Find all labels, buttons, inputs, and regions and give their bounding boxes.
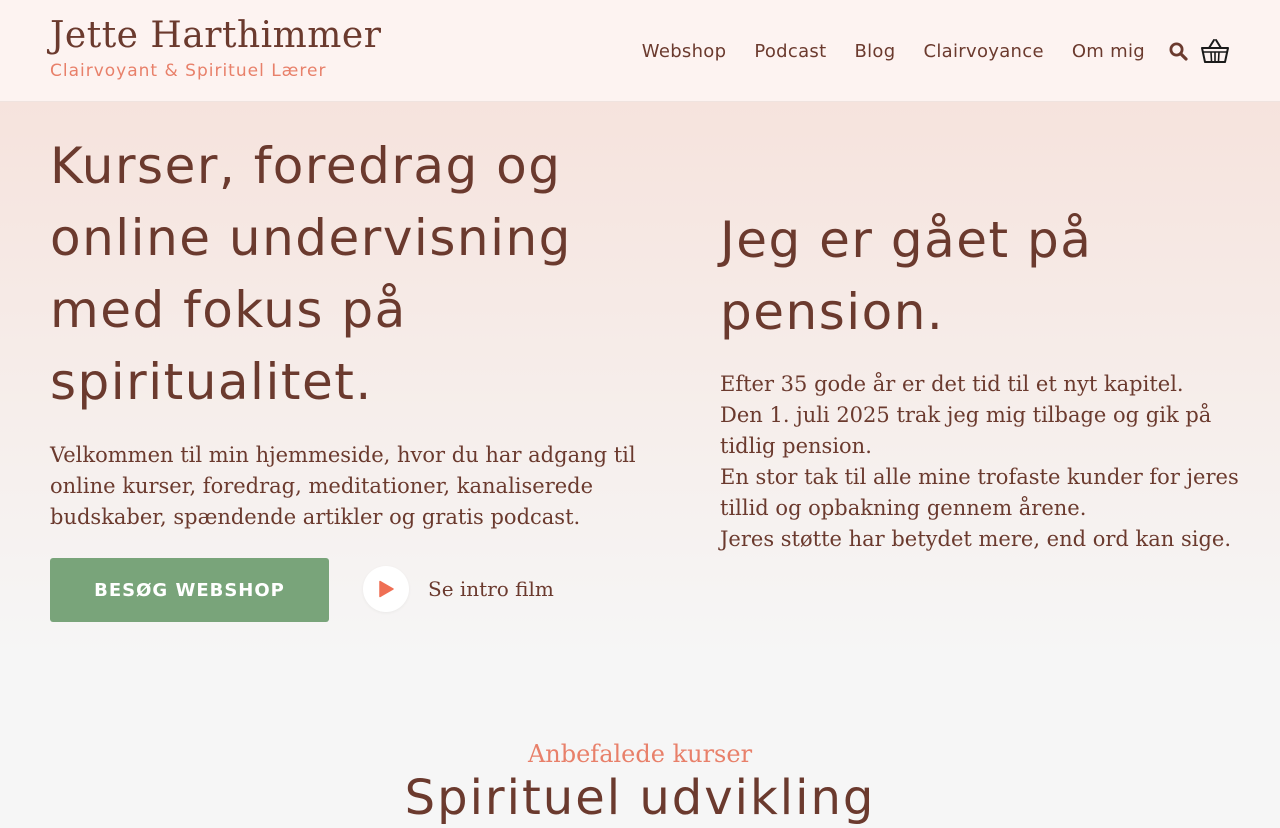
nav-item-clairvoyance[interactable]: Clairvoyance [923, 41, 1043, 62]
retirement-title: Jeg er gået på pension. [720, 211, 1093, 341]
courses-eyebrow: Anbefalede kurser [527, 740, 753, 768]
play-button[interactable] [363, 566, 409, 612]
hero-title: Kurser, foredrag og online undervisning … [50, 137, 572, 411]
nav-item-blog[interactable]: Blog [854, 41, 895, 62]
retirement-line: Jeres støtte har betydet mere, end ord k… [720, 527, 1232, 551]
brand-tagline: Clairvoyant & Spirituel Lærer [50, 61, 327, 81]
retirement-line: Den 1. juli 2025 trak jeg mig tilbage og… [720, 403, 1212, 458]
brand-name[interactable]: Jette Harthimmer [50, 14, 381, 58]
hero-intro: Velkommen til min hjemmeside, hvor du ha… [50, 443, 636, 529]
retirement-line: En stor tak til alle mine trofaste kunde… [720, 465, 1239, 520]
visit-webshop-button[interactable]: BESØG WEBSHOP [50, 558, 329, 622]
basket-icon[interactable] [1200, 38, 1230, 64]
nav-item-webshop[interactable]: Webshop [642, 41, 727, 62]
nav-item-podcast[interactable]: Podcast [754, 41, 826, 62]
site-header: Jette Harthimmer Clairvoyant & Spirituel… [0, 0, 1280, 102]
retirement-line: Efter 35 gode år er det tid til et nyt k… [720, 372, 1184, 396]
intro-video-label[interactable]: Se intro film [428, 577, 554, 601]
play-icon [379, 580, 394, 598]
intro-video-link[interactable]: Se intro film [363, 566, 554, 612]
brand[interactable]: Jette Harthimmer Clairvoyant & Spirituel… [50, 14, 381, 83]
main-nav: Webshop Podcast Blog Clairvoyance Om mig [642, 34, 1230, 68]
retirement-message: Efter 35 gode år er det tid til et nyt k… [720, 369, 1260, 555]
nav-item-om-mig[interactable]: Om mig [1072, 41, 1145, 62]
courses-title: Spirituel udvikling [404, 770, 876, 826]
search-icon[interactable] [1169, 42, 1188, 61]
